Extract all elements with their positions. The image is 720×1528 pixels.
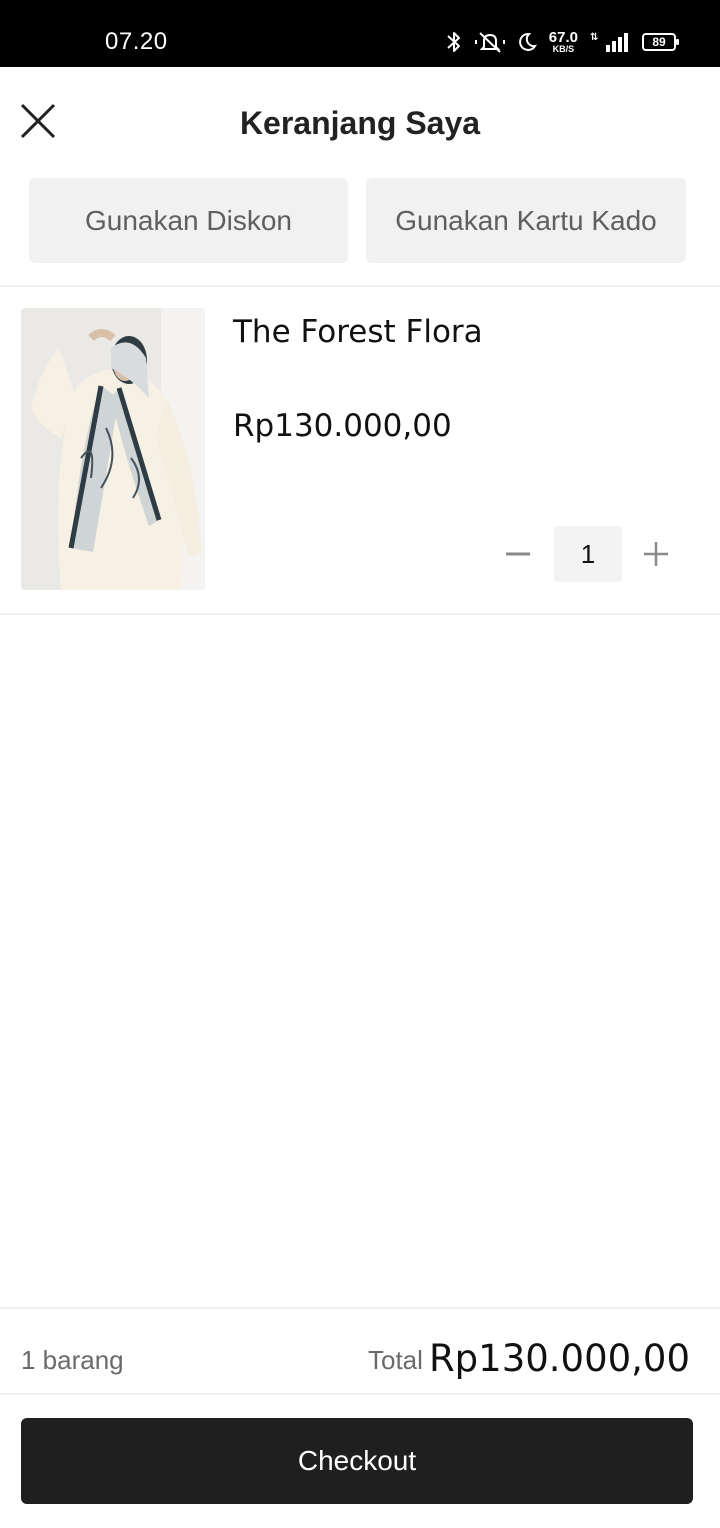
divider <box>0 613 720 615</box>
product-name[interactable]: The Forest Flora <box>233 314 483 350</box>
plus-icon <box>644 542 668 566</box>
status-icons: 67.0 KB/S ⇅ 89 <box>445 26 679 58</box>
battery-icon: 89 <box>642 33 679 51</box>
decrease-quantity-button[interactable] <box>494 532 542 576</box>
speed-unit: KB/S <box>552 44 575 54</box>
product-image[interactable] <box>21 308 205 590</box>
product-price: Rp130.000,00 <box>233 408 452 444</box>
signal-icon: ⇅ <box>590 30 630 54</box>
mute-icon <box>474 30 505 54</box>
use-gift-card-button[interactable]: Gunakan Kartu Kado <box>366 178 686 263</box>
minus-icon <box>506 552 530 556</box>
page-title: Keranjang Saya <box>239 105 481 141</box>
svg-text:⇅: ⇅ <box>590 32 598 43</box>
divider <box>0 1393 720 1395</box>
battery-level: 89 <box>652 35 666 49</box>
quantity-field[interactable]: 1 <box>554 526 622 582</box>
checkout-button[interactable]: Checkout <box>21 1418 693 1504</box>
use-discount-button[interactable]: Gunakan Diskon <box>29 178 348 263</box>
bluetooth-icon <box>445 30 463 54</box>
network-speed: 67.0 KB/S <box>549 30 578 54</box>
header: Keranjang Saya <box>0 67 720 175</box>
total-label: Total <box>368 1345 423 1375</box>
increase-quantity-button[interactable] <box>632 532 680 576</box>
cart-footer: 1 barang Total Rp130.000,00 Checkout <box>0 1307 720 1528</box>
status-bar: 07.20 67.0 KB/S ⇅ 89 <box>0 0 720 67</box>
moon-icon <box>517 32 537 52</box>
status-time: 07.20 <box>105 28 168 55</box>
divider <box>0 285 720 287</box>
speed-value: 67.0 <box>548 29 578 46</box>
total-value: Rp130.000,00 <box>428 1337 690 1380</box>
item-count: 1 barang <box>21 1345 124 1375</box>
